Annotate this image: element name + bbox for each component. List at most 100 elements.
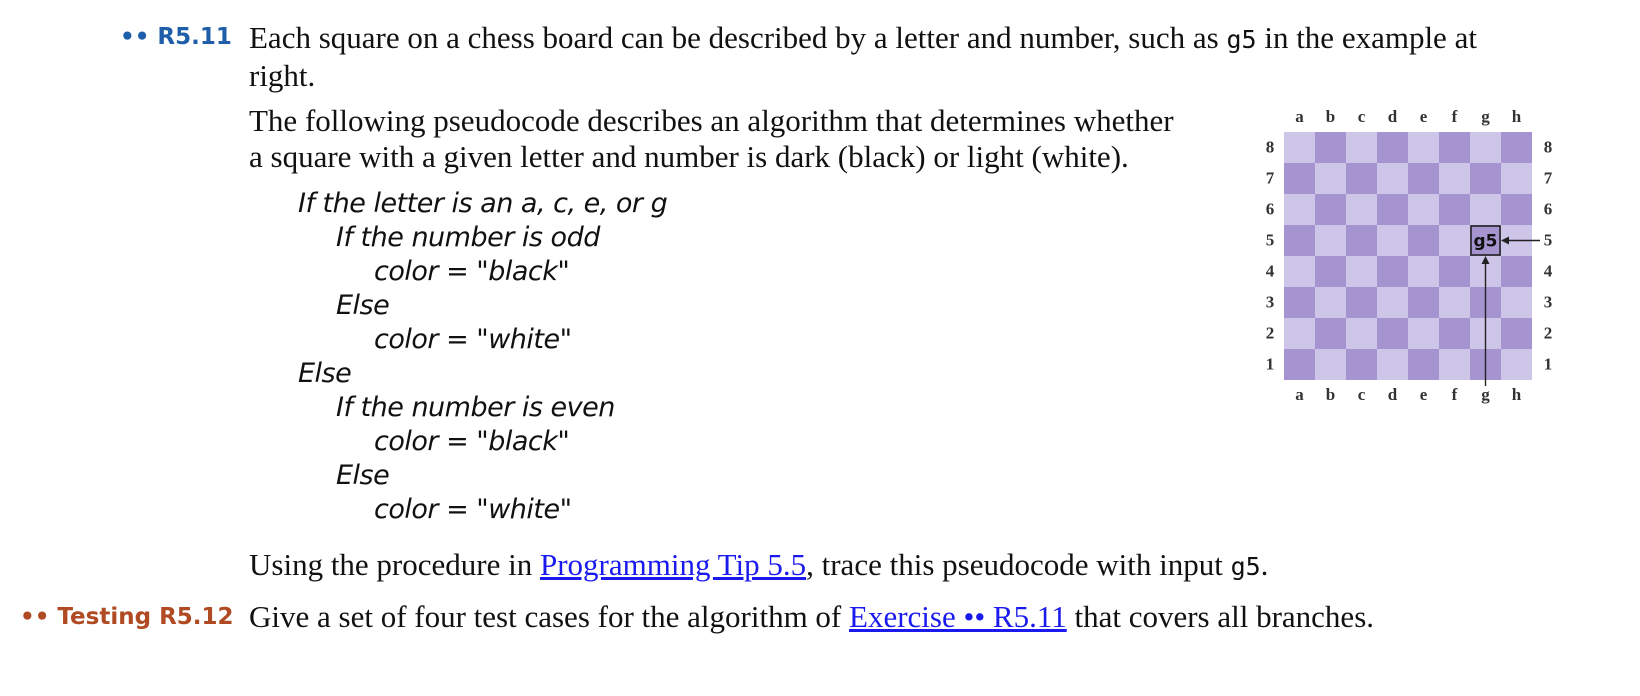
chess-square [1284, 287, 1315, 318]
file-label-top: h [1512, 107, 1522, 126]
chess-square [1470, 132, 1501, 163]
chess-square [1470, 194, 1501, 225]
file-label-top: g [1481, 107, 1490, 126]
chess-square [1346, 194, 1377, 225]
exercise-r511-label: •• R5.11 [120, 24, 232, 50]
chess-square [1284, 163, 1315, 194]
exercise-r511-intro: Each square on a chess board can be desc… [249, 20, 1539, 94]
chess-square [1408, 349, 1439, 380]
chess-square [1315, 163, 1346, 194]
chess-square [1315, 349, 1346, 380]
chess-square [1408, 318, 1439, 349]
exercise-r511-trace: Using the procedure in Programming Tip 5… [249, 547, 1268, 585]
chess-square [1315, 132, 1346, 163]
file-label-top: b [1326, 107, 1335, 126]
chess-square [1501, 163, 1532, 194]
chess-square [1284, 225, 1315, 256]
programming-tip-link[interactable]: Programming Tip 5.5 [540, 547, 806, 582]
chess-square [1346, 287, 1377, 318]
rank-label-left: 6 [1266, 200, 1275, 219]
intro-text: Each square on a chess board can be desc… [249, 20, 1227, 55]
chessboard-figure: a a b b c c d d e e f f g g h h 8 8 7 7 6 6 5 5 4 4 3 3 2 2 1 1 g5 [1266, 107, 1553, 404]
chess-square [1439, 194, 1470, 225]
chess-square [1501, 287, 1532, 318]
pseudocode-line: If the number is odd [336, 222, 600, 253]
chess-square [1346, 318, 1377, 349]
exercise-r512-text: Give a set of four test cases for the al… [249, 599, 1374, 635]
r512-text: Give a set of four test cases for the al… [249, 599, 850, 634]
intro-code: g5 [1226, 25, 1257, 54]
trace-text: Using the procedure in [249, 547, 540, 582]
file-label-top: e [1420, 107, 1428, 126]
chess-square [1408, 163, 1439, 194]
chess-square [1315, 225, 1346, 256]
chess-square [1377, 349, 1408, 380]
file-label-top: c [1358, 107, 1366, 126]
chess-square [1439, 225, 1470, 256]
chess-square [1377, 225, 1408, 256]
chess-square [1439, 318, 1470, 349]
pseudocode-line: If the number is even [336, 392, 615, 423]
file-label-bottom: b [1326, 385, 1335, 404]
chess-square [1346, 225, 1377, 256]
rank-label-right: 3 [1544, 293, 1553, 312]
chess-square [1284, 318, 1315, 349]
intro-text-line2: right. [249, 58, 316, 93]
file-label-top: a [1295, 107, 1304, 126]
rank-label-left: 3 [1266, 293, 1275, 312]
trace-code: g5 [1230, 552, 1261, 581]
pseudocode-line: color = "white" [374, 494, 572, 525]
file-label-bottom: e [1420, 385, 1428, 404]
rank-label-left: 4 [1266, 262, 1275, 281]
chessboard-squares [1284, 132, 1532, 380]
difficulty-dots: •• [120, 24, 150, 50]
rank-label-right: 2 [1544, 324, 1553, 343]
chess-square [1439, 256, 1470, 287]
pseudocode-line: Else [298, 358, 352, 389]
file-label-bottom: c [1358, 385, 1366, 404]
file-label-top: d [1388, 107, 1398, 126]
pseudocode-line: If the letter is an a, c, e, or g [298, 188, 668, 219]
chess-square [1377, 132, 1408, 163]
rank-label-left: 8 [1266, 138, 1275, 157]
r512-text-end: that covers all branches. [1066, 599, 1375, 634]
chess-square [1439, 163, 1470, 194]
chess-square [1284, 132, 1315, 163]
rank-label-left: 5 [1266, 231, 1275, 250]
pseudocode-line: color = "black" [374, 256, 570, 287]
chess-square [1439, 349, 1470, 380]
chess-square [1315, 287, 1346, 318]
file-label-bottom: d [1388, 385, 1398, 404]
rank-label-right: 8 [1544, 138, 1553, 157]
chess-square [1470, 163, 1501, 194]
rank-label-left: 1 [1266, 355, 1275, 374]
trace-text-end: . [1260, 547, 1269, 582]
chess-square [1408, 194, 1439, 225]
file-label-top: f [1452, 107, 1458, 126]
pseudocode-block: If the letter is an a, c, e, or g If the… [298, 186, 668, 528]
chess-square [1408, 225, 1439, 256]
exercise-r512-label: •• Testing R5.12 [20, 604, 234, 630]
chess-square [1439, 132, 1470, 163]
chess-square [1377, 318, 1408, 349]
pseudocode-line: Else [336, 460, 390, 491]
chess-square [1377, 287, 1408, 318]
chess-square [1408, 256, 1439, 287]
chess-square [1284, 349, 1315, 380]
pseudocode-line: color = "black" [374, 426, 570, 457]
chess-square [1346, 349, 1377, 380]
chess-square [1501, 132, 1532, 163]
chess-square [1284, 256, 1315, 287]
chess-square [1346, 163, 1377, 194]
chess-square [1439, 287, 1470, 318]
chess-square [1377, 256, 1408, 287]
exercise-r511-link[interactable]: Exercise •• R5.11 [849, 599, 1067, 634]
description-line1: The following pseudocode describes an al… [249, 103, 1174, 138]
chess-square [1501, 318, 1532, 349]
intro-text-end: in the example at [1256, 20, 1477, 55]
file-label-bottom: g [1481, 385, 1490, 404]
exercise-id: R5.12 [159, 604, 234, 630]
pseudocode-line: color = "white" [374, 324, 572, 355]
file-label-bottom: h [1512, 385, 1522, 404]
pseudocode-line: Else [336, 290, 390, 321]
